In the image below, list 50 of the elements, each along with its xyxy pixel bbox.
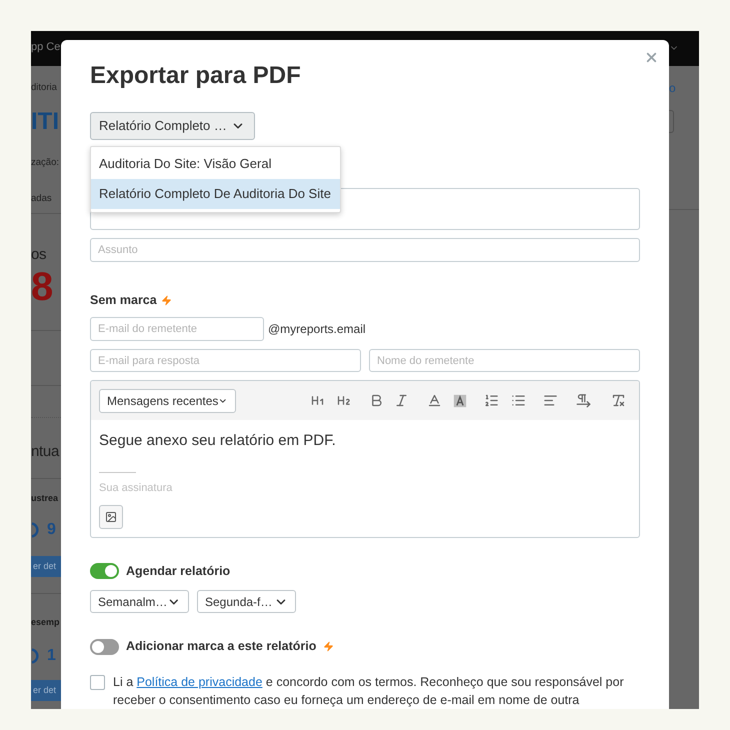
toggle-label: Adicionar marca a este relatório bbox=[126, 638, 316, 656]
metric-label: os bbox=[31, 245, 48, 265]
metric-value: 8 bbox=[31, 267, 54, 307]
consent-text: Li a Política de privacidade e concordo com os termos. Reconheço que sou responsável por receber o consentimento caso eu forneça um endereço de e-mail em nome de outra bbox=[113, 674, 625, 709]
template-select[interactable]: Mensagens recentes bbox=[99, 388, 236, 412]
italic-icon[interactable] bbox=[394, 393, 409, 408]
pilcrow-icon[interactable] bbox=[576, 393, 591, 408]
bold-icon[interactable] bbox=[369, 393, 384, 408]
insert-image-button[interactable] bbox=[99, 505, 123, 529]
toggle-label: Agendar relatório bbox=[126, 562, 230, 580]
schedule-select[interactable]: Segunda-f… bbox=[197, 590, 296, 614]
toggle-switch[interactable] bbox=[90, 638, 119, 655]
image-icon bbox=[105, 511, 117, 523]
dialog-title: Exportar para PDF bbox=[90, 61, 302, 91]
report-select[interactable]: Relatório Completo … bbox=[90, 112, 255, 140]
clear-formatting-icon[interactable] bbox=[611, 393, 626, 408]
sender-email-field[interactable]: E-mail do remetente bbox=[90, 317, 264, 341]
text-color-icon[interactable] bbox=[427, 393, 442, 408]
numbered-list-icon[interactable] bbox=[484, 393, 499, 408]
score-value: 9 bbox=[47, 521, 56, 539]
ring-icon bbox=[31, 648, 41, 664]
align-left-icon[interactable] bbox=[543, 393, 558, 408]
highlight-icon[interactable] bbox=[453, 394, 467, 408]
privacy-policy-link[interactable]: Política de privacidade bbox=[136, 675, 262, 689]
background-text: adas bbox=[31, 192, 53, 206]
bullet-list-icon[interactable] bbox=[511, 393, 526, 408]
reply-email-field[interactable]: E-mail para resposta bbox=[90, 349, 361, 372]
background-title: ITI bbox=[31, 108, 60, 136]
section-title: ustrea bbox=[31, 492, 60, 505]
schedule-select[interactable]: Semanalm… bbox=[90, 590, 189, 614]
metric-label: ntua bbox=[31, 442, 60, 462]
email-domain: @myreports.email bbox=[268, 321, 366, 338]
dropdown-option[interactable]: Relatório Completo De Auditoria Do Site bbox=[91, 179, 340, 209]
signature-field[interactable]: Sua assinatura bbox=[99, 480, 259, 496]
sender-name-field[interactable]: Nome do remetente bbox=[369, 349, 640, 372]
background-text: zação: bbox=[31, 156, 60, 170]
toggle-switch[interactable] bbox=[90, 562, 119, 579]
heading-two-icon[interactable] bbox=[336, 393, 351, 408]
dropdown-option[interactable]: Auditoria Do Site: Visão Geral bbox=[91, 149, 340, 179]
background-text: ditoria bbox=[31, 81, 58, 95]
score-value: 1 bbox=[47, 647, 56, 665]
top-bar-text: pp Ce bbox=[31, 40, 60, 54]
heading-one-icon[interactable] bbox=[310, 393, 325, 408]
consent-checkbox[interactable] bbox=[90, 675, 105, 690]
section-title: esemp bbox=[31, 616, 61, 629]
subject-field[interactable]: Assunto bbox=[90, 238, 640, 262]
section-label: Sem marca bbox=[90, 292, 157, 309]
message-text: Segue anexo seu relatório em PDF. bbox=[99, 432, 337, 450]
ring-icon bbox=[31, 522, 41, 538]
link-text: o bbox=[669, 80, 677, 96]
